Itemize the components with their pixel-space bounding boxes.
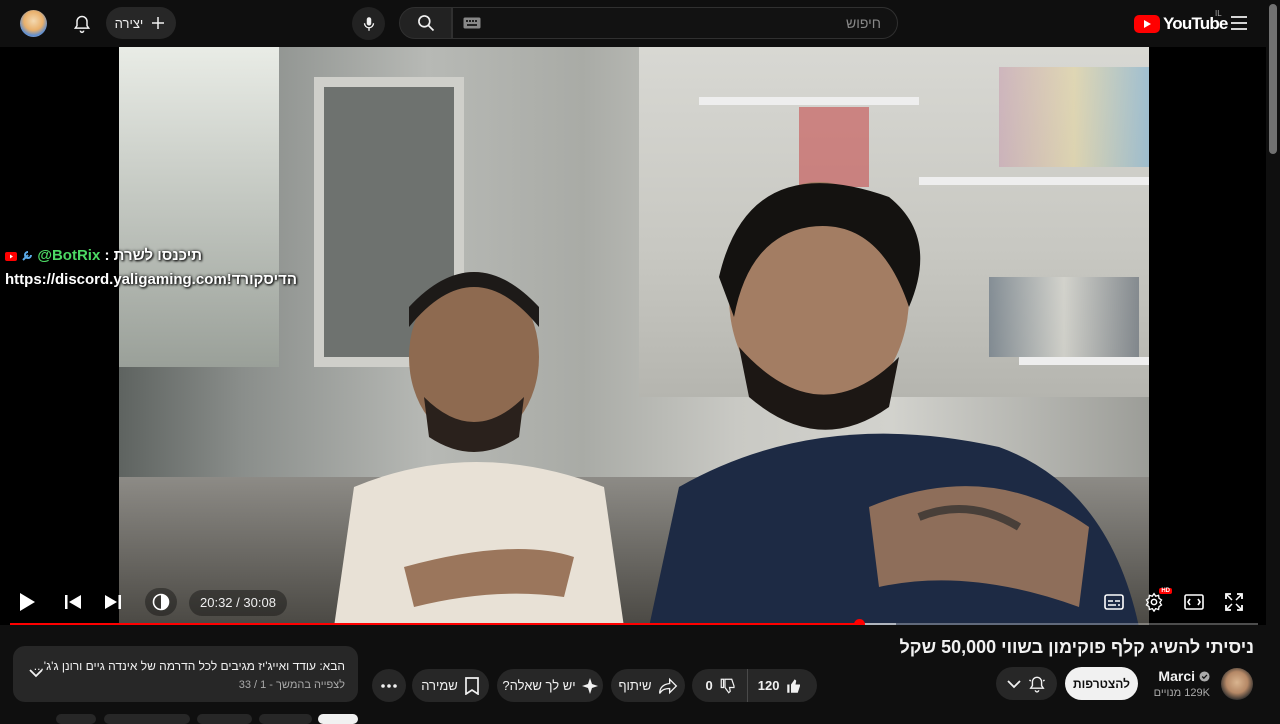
search-button[interactable] <box>399 7 452 39</box>
search-input[interactable] <box>519 14 883 32</box>
subscriber-count: 129K מנויים <box>1153 687 1210 699</box>
share-button[interactable]: שיתוף <box>611 669 685 702</box>
previous-button[interactable] <box>59 588 87 616</box>
ask-label: יש לך שאלה? <box>502 678 576 693</box>
microphone-icon <box>363 16 374 31</box>
notifications-bell-icon[interactable] <box>66 8 98 40</box>
search-box <box>452 7 898 39</box>
create-label: יצירה <box>114 15 144 31</box>
bell-ringing-icon <box>1027 674 1047 694</box>
video-title: ניסיתי להשיג קלף פוקימון בשווי 50,000 שק… <box>899 637 1254 657</box>
theater-mode-icon <box>1184 594 1204 610</box>
volume-icon <box>152 593 170 611</box>
next-button[interactable] <box>99 588 127 616</box>
chip[interactable] <box>56 714 96 724</box>
scene-person-left <box>334 272 624 625</box>
up-next-card[interactable]: הבא: עודד ואייג'יז מגיבים לכל הדרמה של א… <box>13 646 358 702</box>
account-avatar[interactable] <box>20 10 47 37</box>
progress-played <box>10 623 859 625</box>
bookmark-icon <box>464 676 480 695</box>
chip-selected[interactable] <box>318 714 358 724</box>
ask-question-button[interactable]: יש לך שאלה? <box>497 669 603 702</box>
channel-avatar[interactable] <box>1221 668 1253 700</box>
progress-bar[interactable] <box>10 619 1258 625</box>
page-scrollbar[interactable] <box>1266 0 1280 720</box>
subscribe-button[interactable]: להצטרפות <box>1065 667 1138 700</box>
overlay-bot-line: @BotRix : תיכנסו לשרת <box>5 247 202 264</box>
channel-name-row: Marci <box>1158 668 1210 684</box>
menu-icon[interactable] <box>1224 8 1254 38</box>
verified-icon <box>1199 670 1210 682</box>
up-next-subtitle: לצפייה בהמשך - 1 / 33 <box>238 679 345 691</box>
related-chips-row <box>0 714 1266 724</box>
masthead: יצירה YouTube IL <box>0 0 1280 47</box>
chip[interactable] <box>197 714 252 724</box>
subtitles-button[interactable] <box>1100 588 1128 616</box>
save-label: שמירה <box>421 678 458 693</box>
overlay-discord-line: https://discord.yaligaming.com!הדיסקורד <box>5 271 297 288</box>
fullscreen-icon <box>1225 593 1243 611</box>
settings-button[interactable]: HD <box>1140 588 1172 616</box>
youtube-badge-icon <box>5 251 17 261</box>
up-next-title: הבא: עודד ואייג'יז מגיבים לכל הדרמה של א… <box>33 659 345 673</box>
channel-name[interactable]: Marci <box>1158 668 1195 684</box>
chip[interactable] <box>259 714 312 724</box>
play-icon <box>20 593 35 611</box>
youtube-logo[interactable]: YouTube IL <box>1134 9 1228 35</box>
dislike-count: 0 <box>705 678 713 693</box>
share-label: שיתוף <box>618 678 652 693</box>
save-button[interactable]: שמירה <box>412 669 489 702</box>
time-display: 20:32 / 30:08 <box>189 590 287 616</box>
like-dislike-group: 0 120 <box>692 669 817 702</box>
voice-search-button[interactable] <box>352 7 385 40</box>
video-player[interactable]: @BotRix : תיכנסו לשרת https://discord.ya… <box>0 47 1266 625</box>
time-total: 30:08 <box>243 595 276 610</box>
country-code: IL <box>1215 9 1222 18</box>
like-count: 120 <box>757 678 780 693</box>
sparkle-icon <box>581 677 598 694</box>
gear-icon <box>1145 592 1163 612</box>
overlay-bot-name: @BotRix <box>37 247 101 264</box>
create-button[interactable]: יצירה <box>106 7 176 39</box>
plus-icon <box>149 14 167 32</box>
chip[interactable] <box>104 714 190 724</box>
next-icon <box>105 595 121 609</box>
subtitles-icon <box>1104 594 1124 610</box>
more-actions-button[interactable] <box>372 669 406 702</box>
hd-badge: HD <box>1159 588 1172 594</box>
chevron-down-icon <box>1006 679 1021 689</box>
subscribe-label: להצטרפות <box>1073 676 1130 691</box>
share-icon <box>658 677 678 695</box>
thumbs-down-icon <box>719 677 737 695</box>
time-separator: / <box>232 595 244 610</box>
more-horizontal-icon <box>381 683 397 688</box>
volume-button[interactable] <box>145 588 177 616</box>
wrench-icon <box>21 250 33 262</box>
overlay-bot-text: : תיכנסו לשרת <box>104 247 203 264</box>
play-button[interactable] <box>13 588 41 616</box>
video-frame <box>119 47 1149 625</box>
miniplayer-button[interactable] <box>1180 588 1208 616</box>
like-button[interactable]: 120 <box>748 669 814 702</box>
scene-person-right <box>649 182 1139 625</box>
previous-icon <box>65 595 81 609</box>
search-icon <box>416 13 436 33</box>
notifications-dropdown-button[interactable] <box>996 667 1057 700</box>
youtube-play-logo-icon <box>1134 15 1160 33</box>
dislike-button[interactable]: 0 <box>696 669 748 702</box>
keyboard-icon[interactable] <box>463 17 481 29</box>
scrollbar-thumb[interactable] <box>1269 4 1277 154</box>
fullscreen-button[interactable] <box>1220 588 1248 616</box>
scene-window-left <box>119 47 279 367</box>
time-current: 20:32 <box>200 595 233 610</box>
thumbs-up-icon <box>785 677 803 695</box>
progress-scrubber-handle[interactable] <box>853 619 865 625</box>
